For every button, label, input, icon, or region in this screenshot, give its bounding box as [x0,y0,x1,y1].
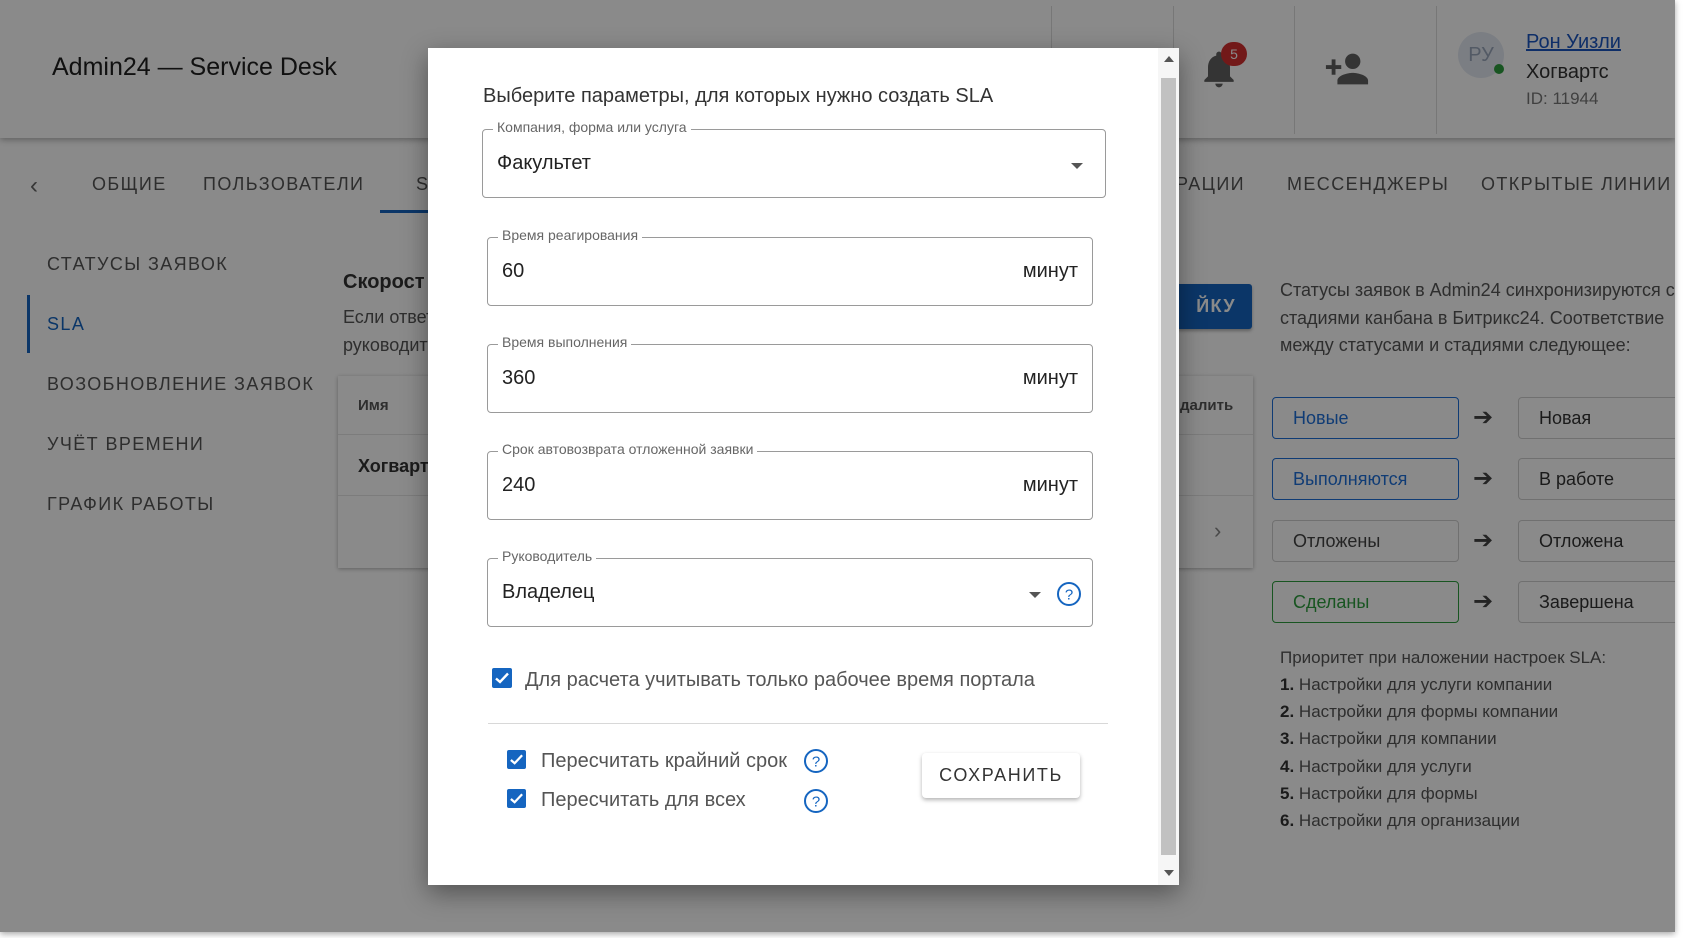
help-icon[interactable]: ? [803,748,829,774]
recalc-all-label: Пересчитать для всех [541,789,746,811]
reaction-time-value[interactable]: 60 [502,260,524,283]
help-icon[interactable]: ? [803,788,829,814]
completion-time-field[interactable]: Время выполнения 360 минут [487,334,1093,413]
work-time-checkbox[interactable] [492,668,512,688]
create-sla-dialog: Выберите параметры, для которых нужно со… [428,48,1179,885]
completion-time-value[interactable]: 360 [502,367,535,390]
app-window: Admin24 — Service Desk 5 РУ Рон Уизли Хо… [0,0,1675,932]
reaction-time-label: Время реагирования [498,227,643,243]
scroll-thumb[interactable] [1161,78,1176,855]
supervisor-select[interactable]: Руководитель Владелец ? [487,548,1093,627]
dialog-divider [488,723,1108,724]
dropdown-caret-icon[interactable] [1029,592,1041,598]
dropdown-caret-icon[interactable] [1071,163,1083,169]
recalc-deadline-label: Пересчитать крайний срок [541,750,787,772]
scroll-down-icon[interactable] [1164,870,1174,876]
target-select-value: Факультет [497,152,591,174]
auto-return-value[interactable]: 240 [502,474,535,497]
svg-text:?: ? [812,794,820,811]
save-button[interactable]: СОХРАНИТЬ [922,753,1080,798]
svg-text:?: ? [1065,587,1073,604]
recalc-all-checkbox[interactable] [507,789,526,808]
target-select[interactable]: Компания, форма или услуга Факультет [482,119,1106,198]
completion-time-label: Время выполнения [498,334,632,350]
dialog-scrollbar[interactable] [1158,48,1179,885]
help-icon[interactable]: ? [1056,581,1082,607]
work-time-checkbox-label: Для расчета учитывать только рабочее вре… [525,669,1035,691]
dialog-title: Выберите параметры, для которых нужно со… [483,85,994,107]
reaction-time-unit: минут [1022,260,1078,282]
auto-return-label: Срок автовозврата отложенной заявки [498,441,758,457]
auto-return-unit: минут [1022,474,1078,496]
supervisor-label: Руководитель [498,548,597,564]
completion-time-unit: минут [1022,367,1078,389]
svg-text:?: ? [812,754,820,771]
scroll-up-icon[interactable] [1164,56,1174,62]
supervisor-value: Владелец [502,581,595,603]
recalc-deadline-checkbox[interactable] [507,750,526,769]
reaction-time-field[interactable]: Время реагирования 60 минут [487,227,1093,306]
auto-return-field[interactable]: Срок автовозврата отложенной заявки 240 … [487,441,1093,520]
target-select-label: Компания, форма или услуга [493,119,691,135]
